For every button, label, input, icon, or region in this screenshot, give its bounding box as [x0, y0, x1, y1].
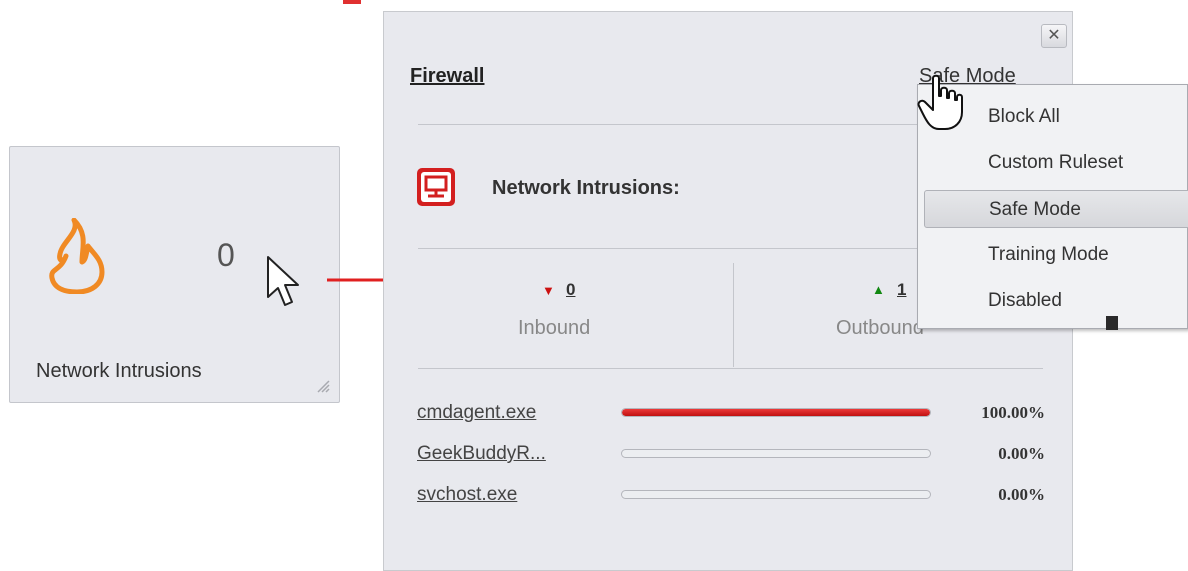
intrusions-label: Network Intrusions:	[492, 177, 680, 199]
process-name[interactable]: svchost.exe	[417, 484, 517, 506]
mouse-pointer-icon	[267, 256, 299, 306]
close-button[interactable]: ✕	[1041, 24, 1067, 48]
process-bar-fill	[622, 409, 930, 416]
divider	[733, 263, 734, 367]
flame-icon	[49, 218, 105, 294]
process-name[interactable]: GeekBuddyR...	[417, 443, 546, 465]
process-percent: 0.00%	[998, 485, 1045, 504]
menu-item-training-mode[interactable]: Training Mode	[924, 236, 1188, 274]
process-bar	[621, 449, 931, 458]
menu-item-disabled[interactable]: Disabled	[924, 282, 1188, 320]
outbound-label: Outbound	[836, 317, 924, 339]
menu-item-safe-mode[interactable]: Safe Mode	[924, 190, 1188, 228]
process-percent: 100.00%	[981, 403, 1045, 422]
resize-grip-icon[interactable]	[316, 379, 330, 393]
red-decoration	[343, 0, 361, 4]
up-triangle-icon: ▲	[872, 282, 885, 297]
background-edge	[1106, 316, 1118, 330]
divider	[418, 368, 1043, 369]
down-triangle-icon: ▼	[542, 283, 555, 298]
inbound-value[interactable]: 0	[566, 280, 575, 300]
process-bar	[621, 490, 931, 499]
process-percent: 0.00%	[998, 444, 1045, 463]
monitor-icon	[417, 168, 455, 206]
inbound-label: Inbound	[518, 317, 591, 339]
intrusion-count: 0	[217, 237, 235, 273]
process-bar	[621, 408, 931, 417]
widget-caption: Network Intrusions	[36, 360, 202, 382]
menu-item-block-all[interactable]: Block All	[924, 98, 1188, 136]
hand-pointer-icon	[917, 74, 963, 130]
panel-title[interactable]: Firewall	[410, 65, 484, 88]
outbound-value[interactable]: 1	[897, 280, 906, 300]
process-name[interactable]: cmdagent.exe	[417, 402, 536, 424]
menu-item-custom-ruleset[interactable]: Custom Ruleset	[924, 144, 1188, 182]
